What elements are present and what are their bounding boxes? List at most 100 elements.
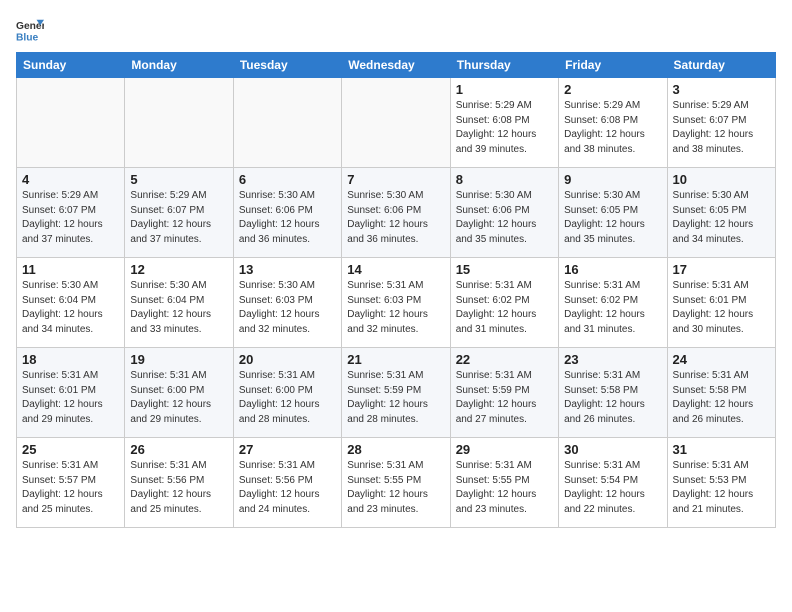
calendar-cell: 6 Sunrise: 5:30 AM Sunset: 6:06 PM Daylig… <box>233 168 341 258</box>
day-number: 4 <box>22 172 119 187</box>
day-number: 19 <box>130 352 227 367</box>
calendar-cell: 25 Sunrise: 5:31 AM Sunset: 5:57 PM Dayli… <box>17 438 125 528</box>
svg-text:Blue: Blue <box>16 32 39 43</box>
weekday-header-row: SundayMondayTuesdayWednesdayThursdayFrid… <box>17 53 776 78</box>
day-number: 13 <box>239 262 336 277</box>
day-number: 12 <box>130 262 227 277</box>
calendar-cell: 9 Sunrise: 5:30 AM Sunset: 6:05 PM Daylig… <box>559 168 667 258</box>
day-info: Sunrise: 5:31 AM Sunset: 5:59 PM Dayligh… <box>456 369 553 427</box>
day-info: Sunrise: 5:31 AM Sunset: 5:53 PM Dayligh… <box>673 459 770 517</box>
day-number: 16 <box>564 262 661 277</box>
day-info: Sunrise: 5:31 AM Sunset: 6:02 PM Dayligh… <box>564 279 661 337</box>
calendar-cell: 29 Sunrise: 5:31 AM Sunset: 5:55 PM Dayli… <box>450 438 558 528</box>
calendar-cell: 22 Sunrise: 5:31 AM Sunset: 5:59 PM Dayli… <box>450 348 558 438</box>
day-info: Sunrise: 5:30 AM Sunset: 6:04 PM Dayligh… <box>130 279 227 337</box>
day-info: Sunrise: 5:29 AM Sunset: 6:08 PM Dayligh… <box>564 99 661 157</box>
day-number: 7 <box>347 172 444 187</box>
day-info: Sunrise: 5:30 AM Sunset: 6:06 PM Dayligh… <box>456 189 553 247</box>
day-info: Sunrise: 5:31 AM Sunset: 6:00 PM Dayligh… <box>130 369 227 427</box>
calendar-cell: 12 Sunrise: 5:30 AM Sunset: 6:04 PM Dayli… <box>125 258 233 348</box>
calendar-cell: 18Sunrise: 5:31 AM Sunset: 6:01 PM Dayli… <box>17 348 125 438</box>
calendar-cell: 15 Sunrise: 5:31 AM Sunset: 6:02 PM Dayli… <box>450 258 558 348</box>
day-info: Sunrise: 5:31 AM Sunset: 5:56 PM Dayligh… <box>239 459 336 517</box>
calendar-cell: 26 Sunrise: 5:31 AM Sunset: 5:56 PM Dayli… <box>125 438 233 528</box>
day-info: Sunrise: 5:30 AM Sunset: 6:04 PM Dayligh… <box>22 279 119 337</box>
calendar-body: 1Sunrise: 5:29 AM Sunset: 6:08 PM Daylig… <box>17 78 776 528</box>
calendar-cell: 16 Sunrise: 5:31 AM Sunset: 6:02 PM Dayli… <box>559 258 667 348</box>
calendar-cell: 5Sunrise: 5:29 AM Sunset: 6:07 PM Daylig… <box>125 168 233 258</box>
weekday-header-sunday: Sunday <box>17 53 125 78</box>
day-info: Sunrise: 5:29 AM Sunset: 6:07 PM Dayligh… <box>22 189 119 247</box>
calendar-cell: 13 Sunrise: 5:30 AM Sunset: 6:03 PM Dayli… <box>233 258 341 348</box>
calendar-cell: 11 Sunrise: 5:30 AM Sunset: 6:04 PM Dayli… <box>17 258 125 348</box>
calendar-cell: 24 Sunrise: 5:31 AM Sunset: 5:58 PM Dayli… <box>667 348 775 438</box>
day-number: 2 <box>564 82 661 97</box>
weekday-header-monday: Monday <box>125 53 233 78</box>
day-info: Sunrise: 5:31 AM Sunset: 5:55 PM Dayligh… <box>456 459 553 517</box>
day-number: 9 <box>564 172 661 187</box>
calendar-cell: 23Sunrise: 5:31 AM Sunset: 5:58 PM Dayli… <box>559 348 667 438</box>
calendar-cell <box>125 78 233 168</box>
day-number: 15 <box>456 262 553 277</box>
calendar-cell: 3Sunrise: 5:29 AM Sunset: 6:07 PM Daylig… <box>667 78 775 168</box>
calendar-cell: 31 Sunrise: 5:31 AM Sunset: 5:53 PM Dayli… <box>667 438 775 528</box>
calendar-table: SundayMondayTuesdayWednesdayThursdayFrid… <box>16 52 776 528</box>
day-number: 18 <box>22 352 119 367</box>
day-info: Sunrise: 5:31 AM Sunset: 5:58 PM Dayligh… <box>673 369 770 427</box>
day-info: Sunrise: 5:30 AM Sunset: 6:05 PM Dayligh… <box>564 189 661 247</box>
day-info: Sunrise: 5:31 AM Sunset: 5:57 PM Dayligh… <box>22 459 119 517</box>
day-info: Sunrise: 5:30 AM Sunset: 6:06 PM Dayligh… <box>347 189 444 247</box>
day-number: 27 <box>239 442 336 457</box>
weekday-header-friday: Friday <box>559 53 667 78</box>
day-number: 24 <box>673 352 770 367</box>
day-info: Sunrise: 5:31 AM Sunset: 5:59 PM Dayligh… <box>347 369 444 427</box>
day-number: 22 <box>456 352 553 367</box>
calendar-header: SundayMondayTuesdayWednesdayThursdayFrid… <box>17 53 776 78</box>
day-number: 30 <box>564 442 661 457</box>
day-number: 31 <box>673 442 770 457</box>
calendar-week-row: 1Sunrise: 5:29 AM Sunset: 6:08 PM Daylig… <box>17 78 776 168</box>
day-number: 17 <box>673 262 770 277</box>
day-info: Sunrise: 5:31 AM Sunset: 5:56 PM Dayligh… <box>130 459 227 517</box>
day-info: Sunrise: 5:30 AM Sunset: 6:03 PM Dayligh… <box>239 279 336 337</box>
weekday-header-saturday: Saturday <box>667 53 775 78</box>
day-number: 20 <box>239 352 336 367</box>
day-number: 6 <box>239 172 336 187</box>
calendar-cell: 8 Sunrise: 5:30 AM Sunset: 6:06 PM Daylig… <box>450 168 558 258</box>
weekday-header-wednesday: Wednesday <box>342 53 450 78</box>
day-number: 11 <box>22 262 119 277</box>
day-number: 26 <box>130 442 227 457</box>
page-header: General Blue <box>16 16 776 44</box>
calendar-cell: 17 Sunrise: 5:31 AM Sunset: 6:01 PM Dayli… <box>667 258 775 348</box>
calendar-week-row: 25 Sunrise: 5:31 AM Sunset: 5:57 PM Dayli… <box>17 438 776 528</box>
calendar-cell: 27 Sunrise: 5:31 AM Sunset: 5:56 PM Dayli… <box>233 438 341 528</box>
calendar-cell <box>17 78 125 168</box>
day-info: Sunrise: 5:30 AM Sunset: 6:06 PM Dayligh… <box>239 189 336 247</box>
calendar-cell: 10Sunrise: 5:30 AM Sunset: 6:05 PM Dayli… <box>667 168 775 258</box>
day-number: 25 <box>22 442 119 457</box>
weekday-header-thursday: Thursday <box>450 53 558 78</box>
logo-icon: General Blue <box>16 16 44 44</box>
day-number: 29 <box>456 442 553 457</box>
calendar-week-row: 18Sunrise: 5:31 AM Sunset: 6:01 PM Dayli… <box>17 348 776 438</box>
calendar-cell <box>342 78 450 168</box>
weekday-header-tuesday: Tuesday <box>233 53 341 78</box>
day-number: 14 <box>347 262 444 277</box>
day-number: 10 <box>673 172 770 187</box>
calendar-cell: 7 Sunrise: 5:30 AM Sunset: 6:06 PM Daylig… <box>342 168 450 258</box>
day-number: 3 <box>673 82 770 97</box>
day-info: Sunrise: 5:31 AM Sunset: 5:58 PM Dayligh… <box>564 369 661 427</box>
logo: General Blue <box>16 16 44 44</box>
calendar-cell: 19 Sunrise: 5:31 AM Sunset: 6:00 PM Dayli… <box>125 348 233 438</box>
day-info: Sunrise: 5:31 AM Sunset: 6:02 PM Dayligh… <box>456 279 553 337</box>
day-number: 8 <box>456 172 553 187</box>
calendar-cell <box>233 78 341 168</box>
calendar-cell: 4 Sunrise: 5:29 AM Sunset: 6:07 PM Daylig… <box>17 168 125 258</box>
calendar-week-row: 11 Sunrise: 5:30 AM Sunset: 6:04 PM Dayli… <box>17 258 776 348</box>
day-info: Sunrise: 5:31 AM Sunset: 5:55 PM Dayligh… <box>347 459 444 517</box>
calendar-cell: 1Sunrise: 5:29 AM Sunset: 6:08 PM Daylig… <box>450 78 558 168</box>
calendar-cell: 30Sunrise: 5:31 AM Sunset: 5:54 PM Dayli… <box>559 438 667 528</box>
day-info: Sunrise: 5:31 AM Sunset: 6:01 PM Dayligh… <box>673 279 770 337</box>
calendar-cell: 20Sunrise: 5:31 AM Sunset: 6:00 PM Dayli… <box>233 348 341 438</box>
calendar-cell: 14Sunrise: 5:31 AM Sunset: 6:03 PM Dayli… <box>342 258 450 348</box>
